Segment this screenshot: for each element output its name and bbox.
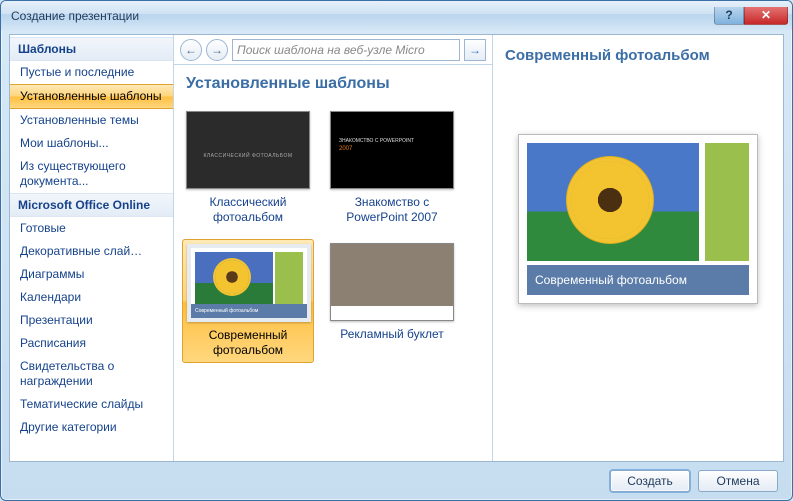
sidebar-item-featured[interactable]: Готовые [10,217,173,240]
gallery-grid: Классический фотоальбом Знакомство с Pow… [182,107,486,363]
thumb-caption: Современный фотоальбом [191,304,307,318]
sidebar-item-design-slides[interactable]: Декоративные слай… [10,240,173,263]
sidebar-item-installed-themes[interactable]: Установленные темы [10,109,173,132]
sidebar: Шаблоны Пустые и последние Установленные… [10,35,174,461]
arrow-right-icon: → [211,43,223,57]
sidebar-item-calendars[interactable]: Календари [10,286,173,309]
template-ad-booklet[interactable]: Рекламный буклет [326,239,458,363]
window-title: Создание презентации [11,9,714,23]
template-modern-photo-album[interactable]: Современный фотоальбом Современный фотоа… [182,239,314,363]
gallery-navbar: ← → Поиск шаблона на веб-узле Micro → [174,35,492,65]
cancel-button[interactable]: Отмена [698,470,778,492]
search-placeholder: Поиск шаблона на веб-узле Micro [237,43,425,57]
preview-sunflower-image [527,143,699,261]
template-thumb [186,111,310,189]
search-go-button[interactable]: → [464,39,486,61]
sidebar-item-more-categories[interactable]: Другие категории [10,416,173,439]
sidebar-item-schedules[interactable]: Расписания [10,332,173,355]
help-button[interactable]: ? [714,7,744,25]
preview-caption: Современный фотоальбом [527,265,749,295]
content-area: Шаблоны Пустые и последние Установленные… [9,34,784,462]
gallery-body[interactable]: Классический фотоальбом Знакомство с Pow… [174,101,492,461]
close-button[interactable]: ✕ [744,7,788,25]
preview-slide: Современный фотоальбом [518,134,758,304]
gallery-column: ← → Поиск шаблона на веб-узле Micro → Ус… [174,35,493,461]
titlebar: Создание презентации ? ✕ [1,1,792,30]
dialog-footer: Создать Отмена [1,466,792,500]
preview-pane: Современный фотоальбом Современный фотоа… [493,35,783,461]
sidebar-item-my-templates[interactable]: Мои шаблоны... [10,132,173,155]
dialog-window: Создание презентации ? ✕ Шаблоны Пустые … [0,0,793,501]
sidebar-item-content-slides[interactable]: Тематические слайды [10,393,173,416]
sidebar-heading-online: Microsoft Office Online [10,193,173,217]
sidebar-item-award-certificates[interactable]: Свидетельства о награждении [10,355,173,393]
template-label: Классический фотоальбом [186,195,310,225]
preview-title: Современный фотоальбом [505,47,771,64]
sidebar-item-presentations[interactable]: Презентации [10,309,173,332]
arrow-left-icon: ← [185,43,197,57]
template-intro-powerpoint-2007[interactable]: Знакомство с PowerPoint 2007 [326,107,458,229]
nav-back-button[interactable]: ← [180,39,202,61]
green-side-column [275,252,303,304]
help-icon: ? [725,8,732,22]
template-classic-photo-album[interactable]: Классический фотоальбом [182,107,314,229]
sunflower-image [195,252,273,304]
template-label: Современный фотоальбом [187,328,309,358]
preview-green-side [705,143,749,261]
sidebar-item-from-existing[interactable]: Из существующего документа... [10,155,173,193]
template-label: Рекламный буклет [330,327,454,342]
template-thumb: Современный фотоальбом [187,244,311,322]
template-thumb [330,111,454,189]
search-input[interactable]: Поиск шаблона на веб-узле Micro [232,39,460,61]
gallery-heading: Установленные шаблоны [174,65,492,101]
titlebar-buttons: ? ✕ [714,7,788,25]
nav-forward-button[interactable]: → [206,39,228,61]
close-icon: ✕ [761,8,771,22]
sidebar-item-diagrams[interactable]: Диаграммы [10,263,173,286]
sidebar-heading-templates: Шаблоны [10,37,173,61]
template-label: Знакомство с PowerPoint 2007 [330,195,454,225]
sidebar-item-blank[interactable]: Пустые и последние [10,61,173,84]
sidebar-item-installed-templates[interactable]: Установленные шаблоны [10,84,173,109]
template-thumb [330,243,454,321]
create-button[interactable]: Создать [610,470,690,492]
arrow-go-icon: → [469,43,481,57]
